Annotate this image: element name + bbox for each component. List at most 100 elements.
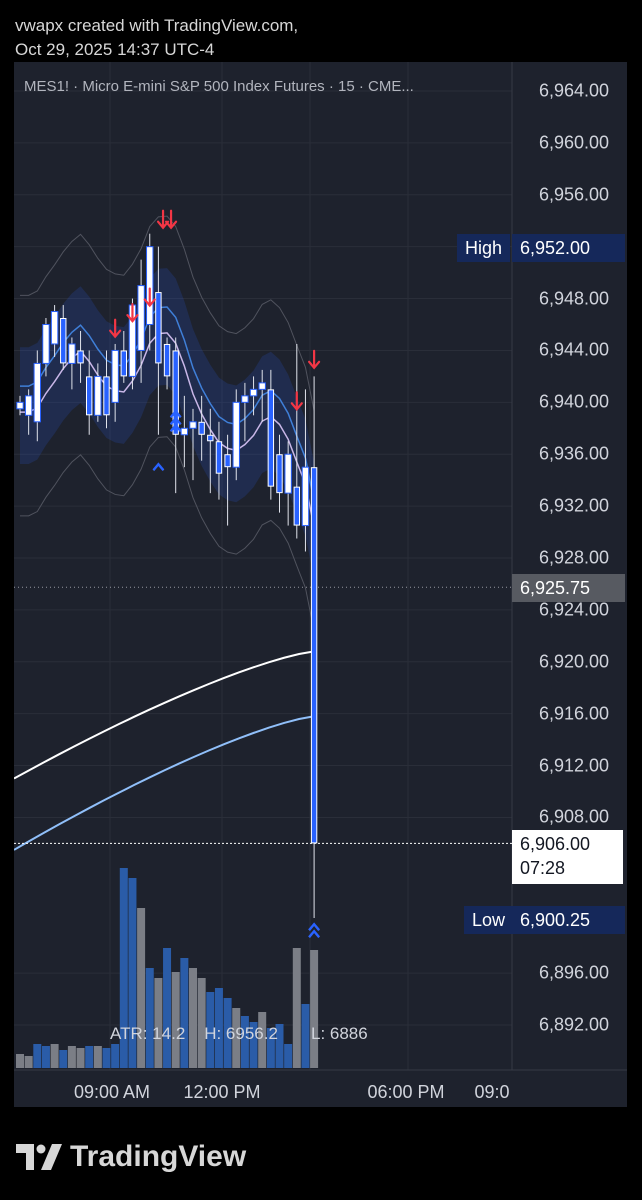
tradingview-logo: TradingView	[16, 1140, 246, 1174]
price-tick-label: 6,936.00	[538, 443, 610, 464]
volume-bar	[76, 1048, 85, 1068]
price-tick-label: 6,920.00	[538, 651, 610, 672]
low-stat: L: 6886	[310, 1024, 368, 1043]
symbol-description[interactable]: MES1! · Micro E-mini S&P 500 Index Futur…	[24, 78, 414, 95]
price-tick-label: 6,912.00	[538, 755, 610, 776]
high-badge-value: 6,952.00	[512, 234, 625, 262]
sell-signal-arrow	[308, 349, 321, 370]
price-tick-label: 6,940.00	[538, 391, 610, 412]
volume-bar	[33, 1044, 42, 1068]
candle-body	[232, 401, 240, 468]
volume-bar	[111, 1044, 120, 1068]
time-tick-label: 06:00 PM	[367, 1082, 445, 1102]
high-stat: H: 6956.2	[204, 1024, 278, 1043]
candle-body	[180, 427, 189, 436]
candle-body	[24, 395, 33, 416]
current-price-badge: 6,906.00 07:28	[512, 830, 623, 884]
atr-stat: ATR: 14.2	[110, 1024, 186, 1043]
volume-bar	[180, 958, 189, 1068]
volume-bar	[93, 1046, 102, 1068]
candle-body	[33, 362, 42, 423]
header-line2: Oct 29, 2025 14:37 UTC-4	[15, 40, 215, 59]
price-tick-label: 6,948.00	[538, 288, 610, 309]
price-tick-label: 6,944.00	[538, 339, 610, 360]
candle-body	[146, 246, 154, 326]
candle-body	[241, 395, 249, 403]
price-tick-label: 6,956.00	[538, 184, 610, 205]
candle-body-fill	[208, 435, 213, 441]
price-tick-label: 6,964.00	[538, 80, 610, 101]
candle-body-fill	[104, 377, 109, 415]
ema-white-line	[14, 650, 315, 780]
volume-bar	[85, 1046, 94, 1068]
high-badge-label: High	[457, 234, 511, 262]
volume-bar	[284, 1044, 293, 1068]
candle-body-fill	[61, 319, 66, 363]
candle-body	[258, 382, 266, 390]
candle-body-fill	[294, 487, 299, 525]
candle-body	[68, 343, 76, 364]
volume-bar	[102, 1048, 111, 1068]
price-tick-label: 6,928.00	[538, 547, 610, 568]
candle-body	[189, 421, 197, 429]
volume-bar	[16, 1054, 24, 1068]
indicator-stats: ATR: 14.2 H: 6956.2 L: 6886	[110, 1024, 368, 1044]
price-tick-label: 6,892.00	[538, 1014, 610, 1035]
candle-body	[249, 388, 258, 397]
last-price-badge: 6,925.75	[512, 574, 625, 602]
candle-body-fill	[311, 468, 317, 843]
candle-body	[301, 466, 310, 527]
price-tick-label: 6,932.00	[538, 495, 610, 516]
sell-signal-arrow	[156, 209, 170, 230]
time-tick-label: 12:00 PM	[183, 1082, 261, 1102]
volume-bar	[145, 968, 154, 1068]
candle-body	[16, 401, 24, 410]
volume-bar	[50, 1044, 59, 1068]
buy-signal-arrow	[308, 929, 321, 938]
candle-body-fill	[87, 377, 92, 415]
volume-bar	[189, 968, 197, 1068]
low-badge-value: 6,900.25	[512, 906, 625, 934]
price-tick-label: 6,908.00	[538, 806, 610, 827]
chart-panel[interactable]: MES1! · Micro E-mini S&P 500 Index Futur…	[14, 62, 627, 1107]
volume-bar	[154, 978, 163, 1068]
brand-name: TradingView	[70, 1140, 247, 1173]
volume-bar	[67, 1046, 76, 1068]
price-tick-label: 6,960.00	[538, 132, 610, 153]
low-badge-label: Low	[464, 906, 514, 934]
candle-body-fill	[156, 293, 161, 363]
sell-signal-arrow	[164, 209, 178, 230]
time-tick-label: 09:00 AM	[73, 1082, 151, 1102]
candle-body	[50, 311, 59, 345]
time-tick-label: 09:0	[474, 1082, 510, 1102]
volume-bar	[24, 1056, 33, 1068]
current-price-value: 6,906.00	[520, 834, 591, 854]
candle-body-fill	[199, 422, 204, 434]
volume-bar	[310, 950, 319, 1068]
volume-bar	[41, 1046, 50, 1068]
volume-bar	[137, 908, 146, 1068]
candle-body-fill	[78, 351, 83, 363]
candle-body	[94, 375, 102, 416]
volume-bar	[163, 948, 172, 1068]
header-line1: vwapx created with TradingView.com,	[15, 16, 299, 35]
price-tick-label: 6,924.00	[538, 599, 610, 620]
candle-body-fill	[268, 390, 274, 486]
candle-body-fill	[225, 455, 230, 467]
bar-countdown: 07:28	[520, 858, 566, 878]
candle-body-fill	[277, 455, 282, 493]
candle-body	[42, 324, 50, 364]
ema-blue-line	[14, 715, 315, 851]
buy-signal-arrow	[308, 922, 321, 931]
tradingview-logo-icon	[16, 1144, 62, 1170]
candle-body	[137, 285, 145, 351]
candle-body-fill	[216, 442, 222, 473]
candle-body-fill	[164, 344, 170, 376]
candle-body	[284, 453, 292, 494]
volume-bar	[292, 948, 301, 1068]
candle-body-fill	[121, 351, 126, 376]
price-tick-label: 6,916.00	[538, 703, 610, 724]
volume-bar	[59, 1050, 68, 1068]
volume-bar	[171, 972, 180, 1068]
price-tick-label: 6,896.00	[538, 962, 610, 983]
